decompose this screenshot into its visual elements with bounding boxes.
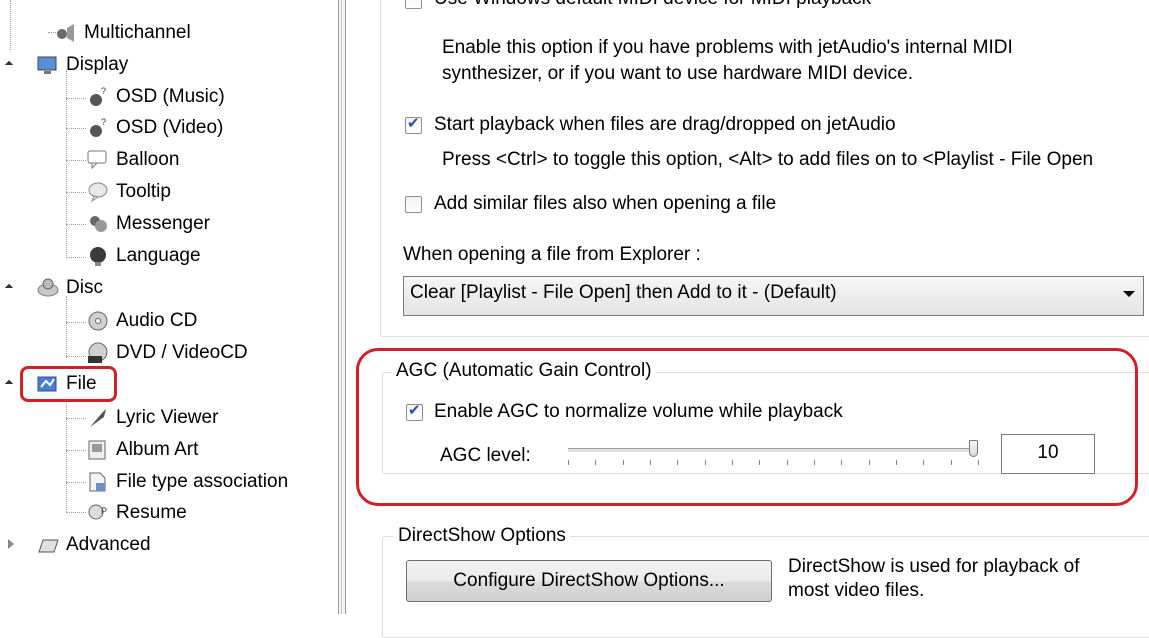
album-art-icon xyxy=(88,440,106,460)
configure-directshow-button[interactable]: Configure DirectShow Options... xyxy=(406,560,772,602)
messenger-icon xyxy=(90,216,107,232)
settings-tree: Multichannel Display ? OSD (Music) ? OSD… xyxy=(0,0,338,614)
osd-icon: ? xyxy=(90,117,106,137)
drag-playback-label: Start playback when files are drag/dropp… xyxy=(434,114,896,135)
expand-icon[interactable] xyxy=(4,379,14,389)
disc-icon xyxy=(37,278,59,297)
svg-text:P: P xyxy=(101,506,107,516)
midi-device-label: Use Windows default MIDI device for MIDI… xyxy=(434,0,871,10)
tree-item-label: Disc xyxy=(66,277,103,298)
osd-icon: ? xyxy=(90,86,106,106)
similar-files-checkbox[interactable] xyxy=(405,196,422,213)
drag-playback-checkbox[interactable] xyxy=(405,114,422,134)
collapsed-icon[interactable] xyxy=(8,539,14,549)
chevron-down-icon xyxy=(1123,291,1135,297)
globe-icon xyxy=(90,247,106,266)
midi-device-checkbox[interactable] xyxy=(405,0,422,9)
agc-highlight xyxy=(356,348,1138,506)
explorer-open-select[interactable]: Clear [Playlist - File Open] then Add to… xyxy=(403,276,1144,316)
tree-item-label: OSD (Music) xyxy=(116,86,225,107)
tree-item-label: Multichannel xyxy=(84,22,191,43)
tree-item-label: Resume xyxy=(116,502,187,523)
options-panel: Use Windows default MIDI device for MIDI… xyxy=(356,0,1149,638)
tree-item-label: Audio CD xyxy=(116,310,198,331)
resume-icon: P xyxy=(88,504,107,520)
tree-item-label: Display xyxy=(66,54,129,75)
monitor-icon xyxy=(37,56,57,74)
directshow-description-2: most video files. xyxy=(788,580,925,601)
midi-description-2: synthesizer, or if you want to use hardw… xyxy=(442,63,913,84)
midi-description-1: Enable this option if you have problems … xyxy=(442,37,1013,58)
tree-item-label: DVD / VideoCD xyxy=(116,342,248,363)
cd-icon xyxy=(88,311,108,331)
tree-item-label: Balloon xyxy=(116,149,180,170)
tooltip-icon xyxy=(88,182,108,203)
tree-item-label: Messenger xyxy=(116,213,210,234)
svg-text:?: ? xyxy=(101,86,106,96)
tree-item-label: Language xyxy=(116,245,201,266)
lyric-icon xyxy=(90,409,106,427)
configure-directshow-label: Configure DirectShow Options... xyxy=(453,570,725,591)
expand-icon[interactable] xyxy=(4,60,14,70)
directshow-group-title: DirectShow Options xyxy=(394,525,570,547)
drag-playback-description: Press <Ctrl> to toggle this option, <Alt… xyxy=(442,149,1094,170)
advanced-icon xyxy=(38,539,59,553)
explorer-open-label: When opening a file from Explorer : xyxy=(403,244,701,265)
tree-item-label: Album Art xyxy=(116,439,199,460)
pane-splitter[interactable] xyxy=(338,0,346,614)
explorer-open-value: Clear [Playlist - File Open] then Add to… xyxy=(410,282,837,303)
svg-text:?: ? xyxy=(101,117,106,127)
speaker-icon xyxy=(57,24,74,42)
expand-icon[interactable] xyxy=(4,283,14,293)
tree-item-label: File type association xyxy=(116,471,289,492)
file-assoc-icon xyxy=(89,472,106,492)
tree-item-label: Lyric Viewer xyxy=(116,407,219,428)
tree-item-label: OSD (Video) xyxy=(116,117,224,138)
similar-files-label: Add similar files also when opening a fi… xyxy=(434,193,777,214)
tree-item-label: Advanced xyxy=(66,534,151,555)
directshow-description-1: DirectShow is used for playback of xyxy=(788,556,1080,577)
dvd-icon xyxy=(88,342,108,363)
balloon-icon xyxy=(87,150,107,170)
file-highlight xyxy=(20,366,117,402)
tree-item-label: Tooltip xyxy=(116,181,171,202)
